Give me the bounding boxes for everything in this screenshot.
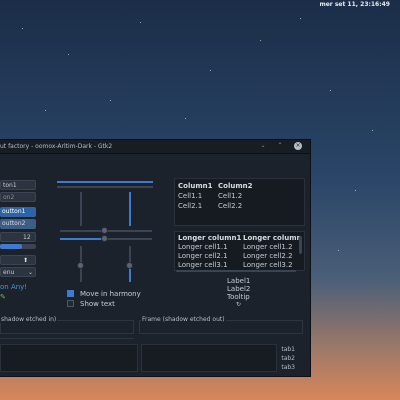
table-cell[interactable]: Longer cell1.2 <box>243 243 293 251</box>
scale-fill <box>57 181 153 183</box>
button1[interactable]: ton1 <box>0 180 36 190</box>
table2: Longer column1 Longer column Longer cell… <box>174 231 305 271</box>
frame-out-label: Frame (shadow etched out) <box>141 316 226 323</box>
clock[interactable]: mer set 11, 23:16:49 <box>319 0 390 10</box>
vertical-scrollbar[interactable] <box>299 236 302 254</box>
star <box>372 130 373 131</box>
button2[interactable]: on2 <box>0 192 36 202</box>
progress-bar-fill <box>0 244 22 249</box>
table-cell[interactable]: Longer cell3.2 <box>243 261 293 269</box>
star <box>140 22 141 23</box>
close-button[interactable]: × <box>294 142 302 150</box>
star <box>210 70 211 71</box>
table-cell[interactable]: Cell1.2 <box>218 192 242 200</box>
tab[interactable]: tab2 <box>281 355 295 362</box>
link-button[interactable]: on Any! <box>0 283 27 291</box>
notebook-left <box>0 344 138 372</box>
tab[interactable]: tab3 <box>281 364 295 371</box>
harmony-label: Move in harmony <box>80 290 141 298</box>
leaf-icon: ✎ <box>0 293 6 301</box>
scale-fill <box>60 238 106 240</box>
refresh-icon[interactable]: ↻ <box>236 301 241 308</box>
scale-horizontal-top2[interactable] <box>57 186 153 188</box>
label2: Label2 <box>227 285 251 293</box>
star <box>300 18 301 19</box>
scale-vertical-right[interactable] <box>129 192 131 226</box>
show-text-label: Show text <box>80 300 115 308</box>
scale-knob[interactable] <box>101 227 108 234</box>
star <box>330 90 331 91</box>
table-cell[interactable]: Cell2.2 <box>218 202 242 210</box>
title-bar[interactable]: ut factory - oomox-Arltim-Dark - Gtk2 ⌄ … <box>0 140 310 154</box>
table-cell[interactable]: Longer cell3.1 <box>178 261 228 269</box>
table-cell[interactable]: Longer cell2.2 <box>243 252 293 260</box>
label1: Label1 <box>227 277 251 285</box>
toggle-button2[interactable]: outton2 <box>0 219 36 229</box>
progress-bar <box>0 244 36 249</box>
file-chooser-button[interactable]: ⬆ <box>0 255 36 265</box>
column-header[interactable]: Longer column1 <box>178 234 241 242</box>
table-cell[interactable]: Cell1.1 <box>178 192 202 200</box>
tooltip-label[interactable]: Tooltip <box>227 293 250 301</box>
table-cell[interactable]: Longer cell1.1 <box>178 243 228 251</box>
show-text-checkbox[interactable] <box>67 300 74 307</box>
app-window: ut factory - oomox-Arltim-Dark - Gtk2 ⌄ … <box>0 139 311 377</box>
upload-icon: ⬆ <box>23 257 29 264</box>
star <box>338 250 339 251</box>
separator <box>0 338 134 339</box>
column-header[interactable]: Column2 <box>218 182 252 190</box>
table-cell[interactable]: Longer cell2.1 <box>178 252 228 260</box>
horizontal-scrollbar[interactable] <box>176 270 296 272</box>
star <box>45 110 46 111</box>
spin-value: 12 <box>23 234 31 241</box>
star <box>22 28 23 29</box>
scale-vertical-left[interactable] <box>80 192 82 226</box>
scale-fill <box>129 192 131 226</box>
spin-button[interactable]: 12 <box>0 232 36 242</box>
frame-in-label: shadow etched in) <box>0 316 58 323</box>
table1: Column1 Column2 Cell1.1 Cell1.2 Cell2.1 … <box>174 178 305 226</box>
scale-knob[interactable] <box>126 262 133 269</box>
table-cell[interactable]: Cell2.1 <box>178 202 202 210</box>
scale-knob[interactable] <box>101 235 108 242</box>
star <box>110 100 111 101</box>
column-header[interactable]: Longer column <box>243 234 302 242</box>
maximize-button[interactable]: ⌃ <box>276 142 284 150</box>
star <box>185 118 186 119</box>
star <box>355 190 356 191</box>
toggle-button1[interactable]: outton1 <box>0 207 36 217</box>
top-bar: mer set 11, 23:16:49 <box>0 0 400 10</box>
column-header[interactable]: Column1 <box>178 182 212 190</box>
menu-label: enu <box>3 269 15 276</box>
star <box>68 54 69 55</box>
harmony-checkbox[interactable] <box>67 290 74 297</box>
notebook-right <box>141 344 277 372</box>
menu-button[interactable]: enu ⌄ <box>0 267 36 277</box>
scale-horizontal-top[interactable] <box>57 181 153 183</box>
scale-knob[interactable] <box>77 262 84 269</box>
minimize-button[interactable]: ⌄ <box>259 142 267 150</box>
star <box>260 40 261 41</box>
chevron-down-icon: ⌄ <box>28 269 34 276</box>
tab[interactable]: tab1 <box>281 346 295 353</box>
window-title: ut factory - oomox-Arltim-Dark - Gtk2 <box>0 143 113 150</box>
